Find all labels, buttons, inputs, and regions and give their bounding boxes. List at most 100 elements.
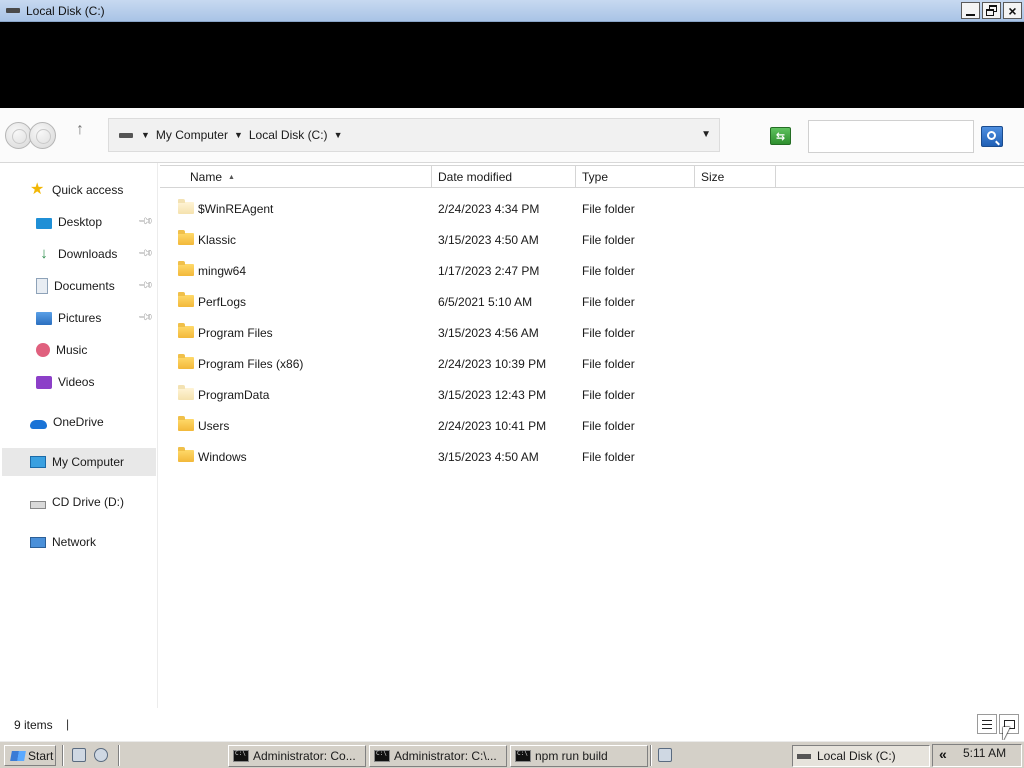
taskbar: Start Administrator: Co... Administrator… bbox=[0, 740, 1024, 768]
folder-icon bbox=[178, 199, 194, 214]
file-type: File folder bbox=[582, 233, 635, 247]
file-row[interactable]: ProgramData 3/15/2023 12:43 PM File fold… bbox=[170, 384, 730, 406]
sidebar-item-label: Desktop bbox=[58, 215, 103, 229]
drive-icon bbox=[797, 753, 811, 759]
sidebar-item-onedrive[interactable]: OneDrive bbox=[30, 408, 158, 436]
cloud-icon bbox=[30, 419, 47, 429]
status-bar: 9 items | bbox=[0, 708, 1024, 740]
search-button[interactable] bbox=[981, 126, 1003, 147]
start-button[interactable]: Start bbox=[4, 745, 56, 766]
address-history-dropdown[interactable]: ▼ bbox=[701, 129, 711, 140]
column-header-type[interactable]: Type bbox=[576, 166, 695, 188]
sidebar-item-label: Music bbox=[56, 343, 88, 357]
file-type: File folder bbox=[582, 388, 635, 402]
pin-icon[interactable]: 📌︎ bbox=[137, 213, 154, 230]
app-icon[interactable] bbox=[658, 748, 672, 762]
folder-icon bbox=[178, 447, 194, 462]
explorer-launch-icon[interactable] bbox=[94, 748, 108, 762]
restore-button[interactable] bbox=[982, 2, 1001, 19]
sidebar-item-label: Videos bbox=[58, 375, 95, 389]
sidebar-item-quick-access[interactable]: ★ Quick access bbox=[30, 176, 158, 204]
up-button[interactable]: ↑ bbox=[76, 121, 84, 139]
sidebar-item-label: CD Drive (D:) bbox=[52, 495, 124, 509]
title-bar[interactable]: Local Disk (C:) × bbox=[0, 0, 1024, 22]
start-label: Start bbox=[28, 748, 54, 763]
file-name: PerfLogs bbox=[198, 295, 247, 309]
documents-icon bbox=[36, 278, 48, 294]
file-row[interactable]: PerfLogs 6/5/2021 5:10 AM File folder bbox=[170, 291, 730, 313]
sidebar-item-label: My Computer bbox=[52, 455, 125, 469]
restore-icon-front bbox=[986, 9, 994, 16]
clock[interactable]: 5:11 AM bbox=[963, 746, 1006, 760]
file-row[interactable]: Program Files (x86) 2/24/2023 10:39 PM F… bbox=[170, 353, 730, 375]
taskbar-divider bbox=[118, 745, 120, 766]
taskbar-button-local-disk[interactable]: Local Disk (C:) bbox=[792, 745, 930, 767]
file-name: Klassic bbox=[198, 233, 237, 247]
blank-region bbox=[0, 22, 1024, 108]
column-header-size[interactable]: Size bbox=[695, 166, 776, 188]
breadcrumb-my-computer[interactable]: My Computer bbox=[156, 128, 228, 142]
taskbar-button-npm[interactable]: npm run build bbox=[510, 745, 648, 767]
status-separator: | bbox=[66, 717, 70, 731]
sidebar-item-downloads[interactable]: ↓ Downloads 📌︎ bbox=[36, 240, 158, 268]
tray-expand-icon[interactable]: « bbox=[939, 746, 947, 762]
file-row[interactable]: $WinREAgent 2/24/2023 4:34 PM File folde… bbox=[170, 198, 730, 220]
sidebar-item-music[interactable]: Music bbox=[36, 336, 158, 364]
cmd-icon bbox=[233, 750, 249, 762]
file-name: Program Files bbox=[198, 326, 273, 340]
forward-button[interactable] bbox=[29, 122, 56, 149]
sidebar-item-label: Quick access bbox=[52, 183, 124, 197]
file-date: 3/15/2023 4:50 AM bbox=[438, 450, 539, 464]
window-title: Local Disk (C:) bbox=[26, 3, 105, 18]
file-name: $WinREAgent bbox=[198, 202, 274, 216]
column-header-date[interactable]: Date modified bbox=[432, 166, 576, 188]
file-row[interactable]: Windows 3/15/2023 4:50 AM File folder bbox=[170, 446, 730, 468]
sort-ascending-icon: ▲ bbox=[228, 173, 235, 181]
breadcrumb-chevron-icon[interactable]: ▼ bbox=[234, 130, 243, 140]
search-icon bbox=[986, 131, 996, 140]
pin-icon[interactable]: 📌︎ bbox=[137, 309, 154, 326]
taskbar-button-cmd-2[interactable]: Administrator: C:\... bbox=[369, 745, 507, 767]
back-button[interactable] bbox=[5, 122, 32, 149]
taskbar-button-cmd-1[interactable]: Administrator: Co... bbox=[228, 745, 366, 767]
file-row[interactable]: Klassic 3/15/2023 4:50 AM File folder bbox=[170, 229, 730, 251]
start-logo-icon bbox=[10, 750, 26, 761]
close-icon: × bbox=[1008, 2, 1017, 19]
sidebar-item-cd-drive[interactable]: CD Drive (D:) bbox=[30, 488, 158, 516]
details-view-button[interactable] bbox=[977, 714, 997, 734]
column-header-name[interactable]: Name ▲ bbox=[160, 166, 432, 188]
taskbar-button-label: Administrator: Co... bbox=[253, 749, 356, 763]
minimize-button[interactable] bbox=[961, 2, 980, 19]
column-header-label: Size bbox=[701, 170, 725, 184]
file-date: 1/17/2023 2:47 PM bbox=[438, 264, 540, 278]
show-desktop-icon[interactable] bbox=[72, 748, 86, 762]
pin-icon[interactable]: 📌︎ bbox=[137, 245, 154, 262]
file-type: File folder bbox=[582, 326, 635, 340]
file-row[interactable]: Users 2/24/2023 10:41 PM File folder bbox=[170, 415, 730, 437]
system-tray: « 5:11 AM bbox=[932, 744, 1022, 767]
sidebar-item-my-computer[interactable]: My Computer bbox=[2, 448, 156, 476]
file-row[interactable]: Program Files 3/15/2023 4:56 AM File fol… bbox=[170, 322, 730, 344]
sidebar-item-videos[interactable]: Videos bbox=[36, 368, 158, 396]
sidebar-item-pictures[interactable]: Pictures 📌︎ bbox=[36, 304, 158, 332]
file-date: 3/15/2023 4:50 AM bbox=[438, 233, 539, 247]
sidebar-item-documents[interactable]: Documents 📌︎ bbox=[36, 272, 158, 300]
taskbar-button-label: npm run build bbox=[535, 749, 608, 763]
file-type: File folder bbox=[582, 264, 635, 278]
computer-icon bbox=[30, 456, 46, 468]
sidebar-item-desktop[interactable]: Desktop 📌︎ bbox=[36, 208, 158, 236]
search-input[interactable] bbox=[808, 120, 974, 153]
breadcrumb-chevron-icon[interactable]: ▼ bbox=[141, 130, 150, 140]
sidebar-item-network[interactable]: Network bbox=[30, 528, 158, 556]
column-header-label: Name bbox=[190, 170, 223, 184]
sidebar-item-label: OneDrive bbox=[53, 415, 104, 429]
refresh-button[interactable]: ⇆ bbox=[770, 127, 791, 145]
breadcrumb-local-disk[interactable]: Local Disk (C:) bbox=[249, 128, 328, 142]
close-button[interactable]: × bbox=[1003, 2, 1022, 19]
breadcrumb-chevron-icon[interactable]: ▼ bbox=[334, 130, 343, 140]
folder-icon bbox=[178, 230, 194, 245]
pin-icon[interactable]: 📌︎ bbox=[137, 277, 154, 294]
file-row[interactable]: mingw64 1/17/2023 2:47 PM File folder bbox=[170, 260, 730, 282]
column-header-label: Type bbox=[582, 170, 609, 184]
address-bar[interactable]: ▼ My Computer ▼ Local Disk (C:) ▼ ▼ bbox=[108, 118, 720, 152]
